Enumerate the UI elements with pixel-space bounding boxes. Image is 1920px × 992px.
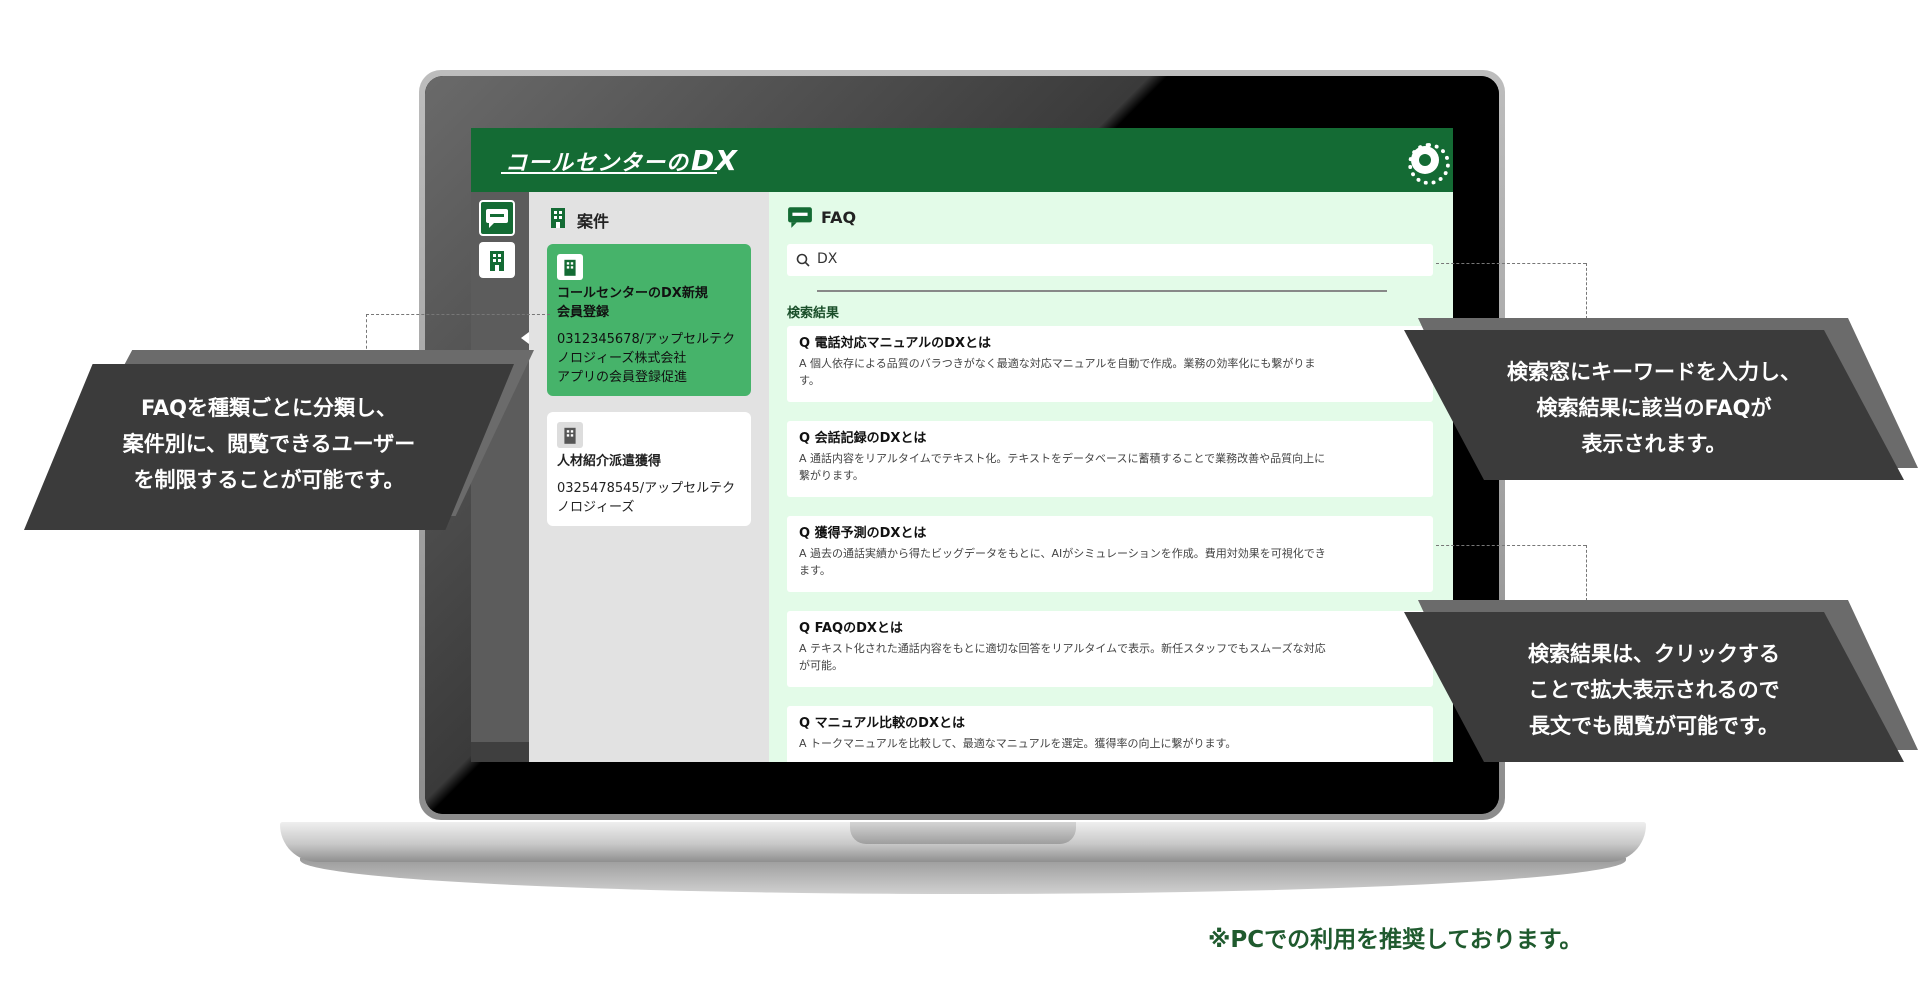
case-detail: 0312345678/アップセルテク ノロジィーズ株式会社 アプリの会員登録促進 bbox=[557, 332, 736, 385]
case-name: コールセンターのDX新規 会員登録 bbox=[557, 286, 708, 320]
case-panel: 案件 コールセンターのDX新規 会員登録 0312345678/アップセルテク … bbox=[529, 192, 769, 762]
result-question: Q 獲得予測のDXとは bbox=[799, 526, 927, 541]
case-detail: 0325478545/アップセルテク ノロジィーズ bbox=[557, 481, 736, 515]
settings-gear-icon[interactable] bbox=[1408, 143, 1450, 185]
faq-result-item[interactable]: Q 会話記録のDXとは A 通話内容をリアルタイムでテキスト化。テキストをデータ… bbox=[787, 421, 1433, 497]
marketing-stage: コールセンターのDX 案件 コールセンターのDX新規 会員登録 03123456… bbox=[0, 0, 1920, 992]
faq-chat-icon bbox=[486, 209, 508, 228]
callout-right-bottom: 検索結果は、クリックする ことで拡大表示されるので 長文でも閲覧が可能です。 bbox=[1404, 600, 1920, 770]
case-card[interactable]: 人材紹介派遣獲得 0325478545/アップセルテク ノロジィーズ bbox=[547, 412, 751, 526]
faq-title-icon bbox=[788, 207, 812, 228]
logo-underline bbox=[501, 172, 717, 174]
case-name: 人材紹介派遣獲得 bbox=[557, 454, 662, 469]
nav-faq-button[interactable] bbox=[479, 200, 515, 236]
search-icon bbox=[796, 253, 810, 267]
search-query: DX bbox=[817, 251, 838, 267]
callout-right-top: 検索窓にキーワードを入力し、 検索結果に該当のFAQが 表示されます。 bbox=[1404, 318, 1920, 488]
result-question: Q 電話対応マニュアルのDXとは bbox=[799, 336, 992, 351]
case-building-icon bbox=[551, 208, 565, 228]
case-card[interactable]: コールセンターのDX新規 会員登録 0312345678/アップセルテク ノロジ… bbox=[547, 244, 751, 396]
callout-right-bottom-text: 検索結果は、クリックする ことで拡大表示されるので 長文でも閲覧が可能です。 bbox=[1404, 612, 1904, 762]
callout-right-top-text: 検索窓にキーワードを入力し、 検索結果に該当のFAQが 表示されます。 bbox=[1404, 330, 1904, 480]
result-answer: A トークマニュアルを比較して、最適なマニュアルを選定。獲得率の向上に繋がります… bbox=[799, 737, 1237, 750]
faq-panel: FAQ DX 検索結果 Q 電話対応マニュアルのDXとは A 個人依存による品質… bbox=[769, 192, 1453, 762]
faq-result-item[interactable]: Q 獲得予測のDXとは A 過去の通話実績から得たビッグデータをもとに、AIがシ… bbox=[787, 516, 1433, 592]
callout-left-text: FAQを種類ごとに分類し、 案件別に、閲覧できるユーザー を制限することが可能で… bbox=[24, 364, 514, 530]
connector-line-right-bottom-drop bbox=[1586, 545, 1587, 601]
result-answer: A テキスト化された通話内容をもとに適切な回答をリアルタイムで表示。新任スタッフ… bbox=[799, 642, 1326, 672]
footnote: ※PCでの利用を推奨しております。 bbox=[1208, 927, 1583, 953]
results-label: 検索結果 bbox=[787, 306, 840, 321]
search-divider bbox=[817, 290, 1387, 292]
connector-line-right-top bbox=[1436, 263, 1586, 264]
app-header: コールセンターのDX bbox=[471, 128, 1453, 192]
nav-pointer-arrow bbox=[521, 332, 529, 344]
result-answer: A 過去の通話実績から得たビッグデータをもとに、AIがシミュレーションを作成。費… bbox=[799, 547, 1326, 577]
callout-left: FAQを種類ごとに分類し、 案件別に、閲覧できるユーザー を制限することが可能で… bbox=[24, 350, 544, 540]
connector-line-left-drop bbox=[366, 314, 367, 354]
app-screen: コールセンターのDX 案件 コールセンターのDX新規 会員登録 03123456… bbox=[471, 128, 1453, 762]
faq-result-item[interactable]: Q マニュアル比較のDXとは A トークマニュアルを比較して、最適なマニュアルを… bbox=[787, 706, 1433, 762]
faq-panel-title: FAQ bbox=[821, 208, 857, 227]
result-question: Q 会話記録のDXとは bbox=[799, 431, 927, 446]
laptop-base-shadow bbox=[300, 858, 1626, 894]
nav-case-button[interactable] bbox=[479, 242, 515, 278]
building-icon bbox=[490, 251, 504, 271]
result-question: Q マニュアル比較のDXとは bbox=[799, 716, 966, 731]
result-answer: A 個人依存による品質のバラつきがなく最適な対応マニュアルを自動で作成。業務の効… bbox=[799, 357, 1316, 387]
faq-result-item[interactable]: Q FAQのDXとは A テキスト化された通話内容をもとに適切な回答をリアルタイ… bbox=[787, 611, 1433, 687]
connector-line-right-bottom bbox=[1436, 545, 1586, 546]
result-question: Q FAQのDXとは bbox=[799, 621, 903, 636]
nav-rail-footer bbox=[471, 742, 529, 762]
result-answer: A 通話内容をリアルタイムでテキスト化。テキストをデータベースに蓄積することで業… bbox=[799, 452, 1326, 482]
case-card-building-icon bbox=[557, 254, 583, 280]
faq-search-input[interactable]: DX bbox=[787, 244, 1433, 276]
faq-result-item[interactable]: Q 電話対応マニュアルのDXとは A 個人依存による品質のバラつきがなく最適な対… bbox=[787, 326, 1433, 402]
connector-line-right-top-drop bbox=[1586, 263, 1587, 319]
case-panel-title: 案件 bbox=[577, 212, 610, 231]
laptop-notch bbox=[850, 822, 1076, 844]
connector-line-left bbox=[366, 314, 550, 315]
case-card-building-icon bbox=[557, 422, 583, 448]
